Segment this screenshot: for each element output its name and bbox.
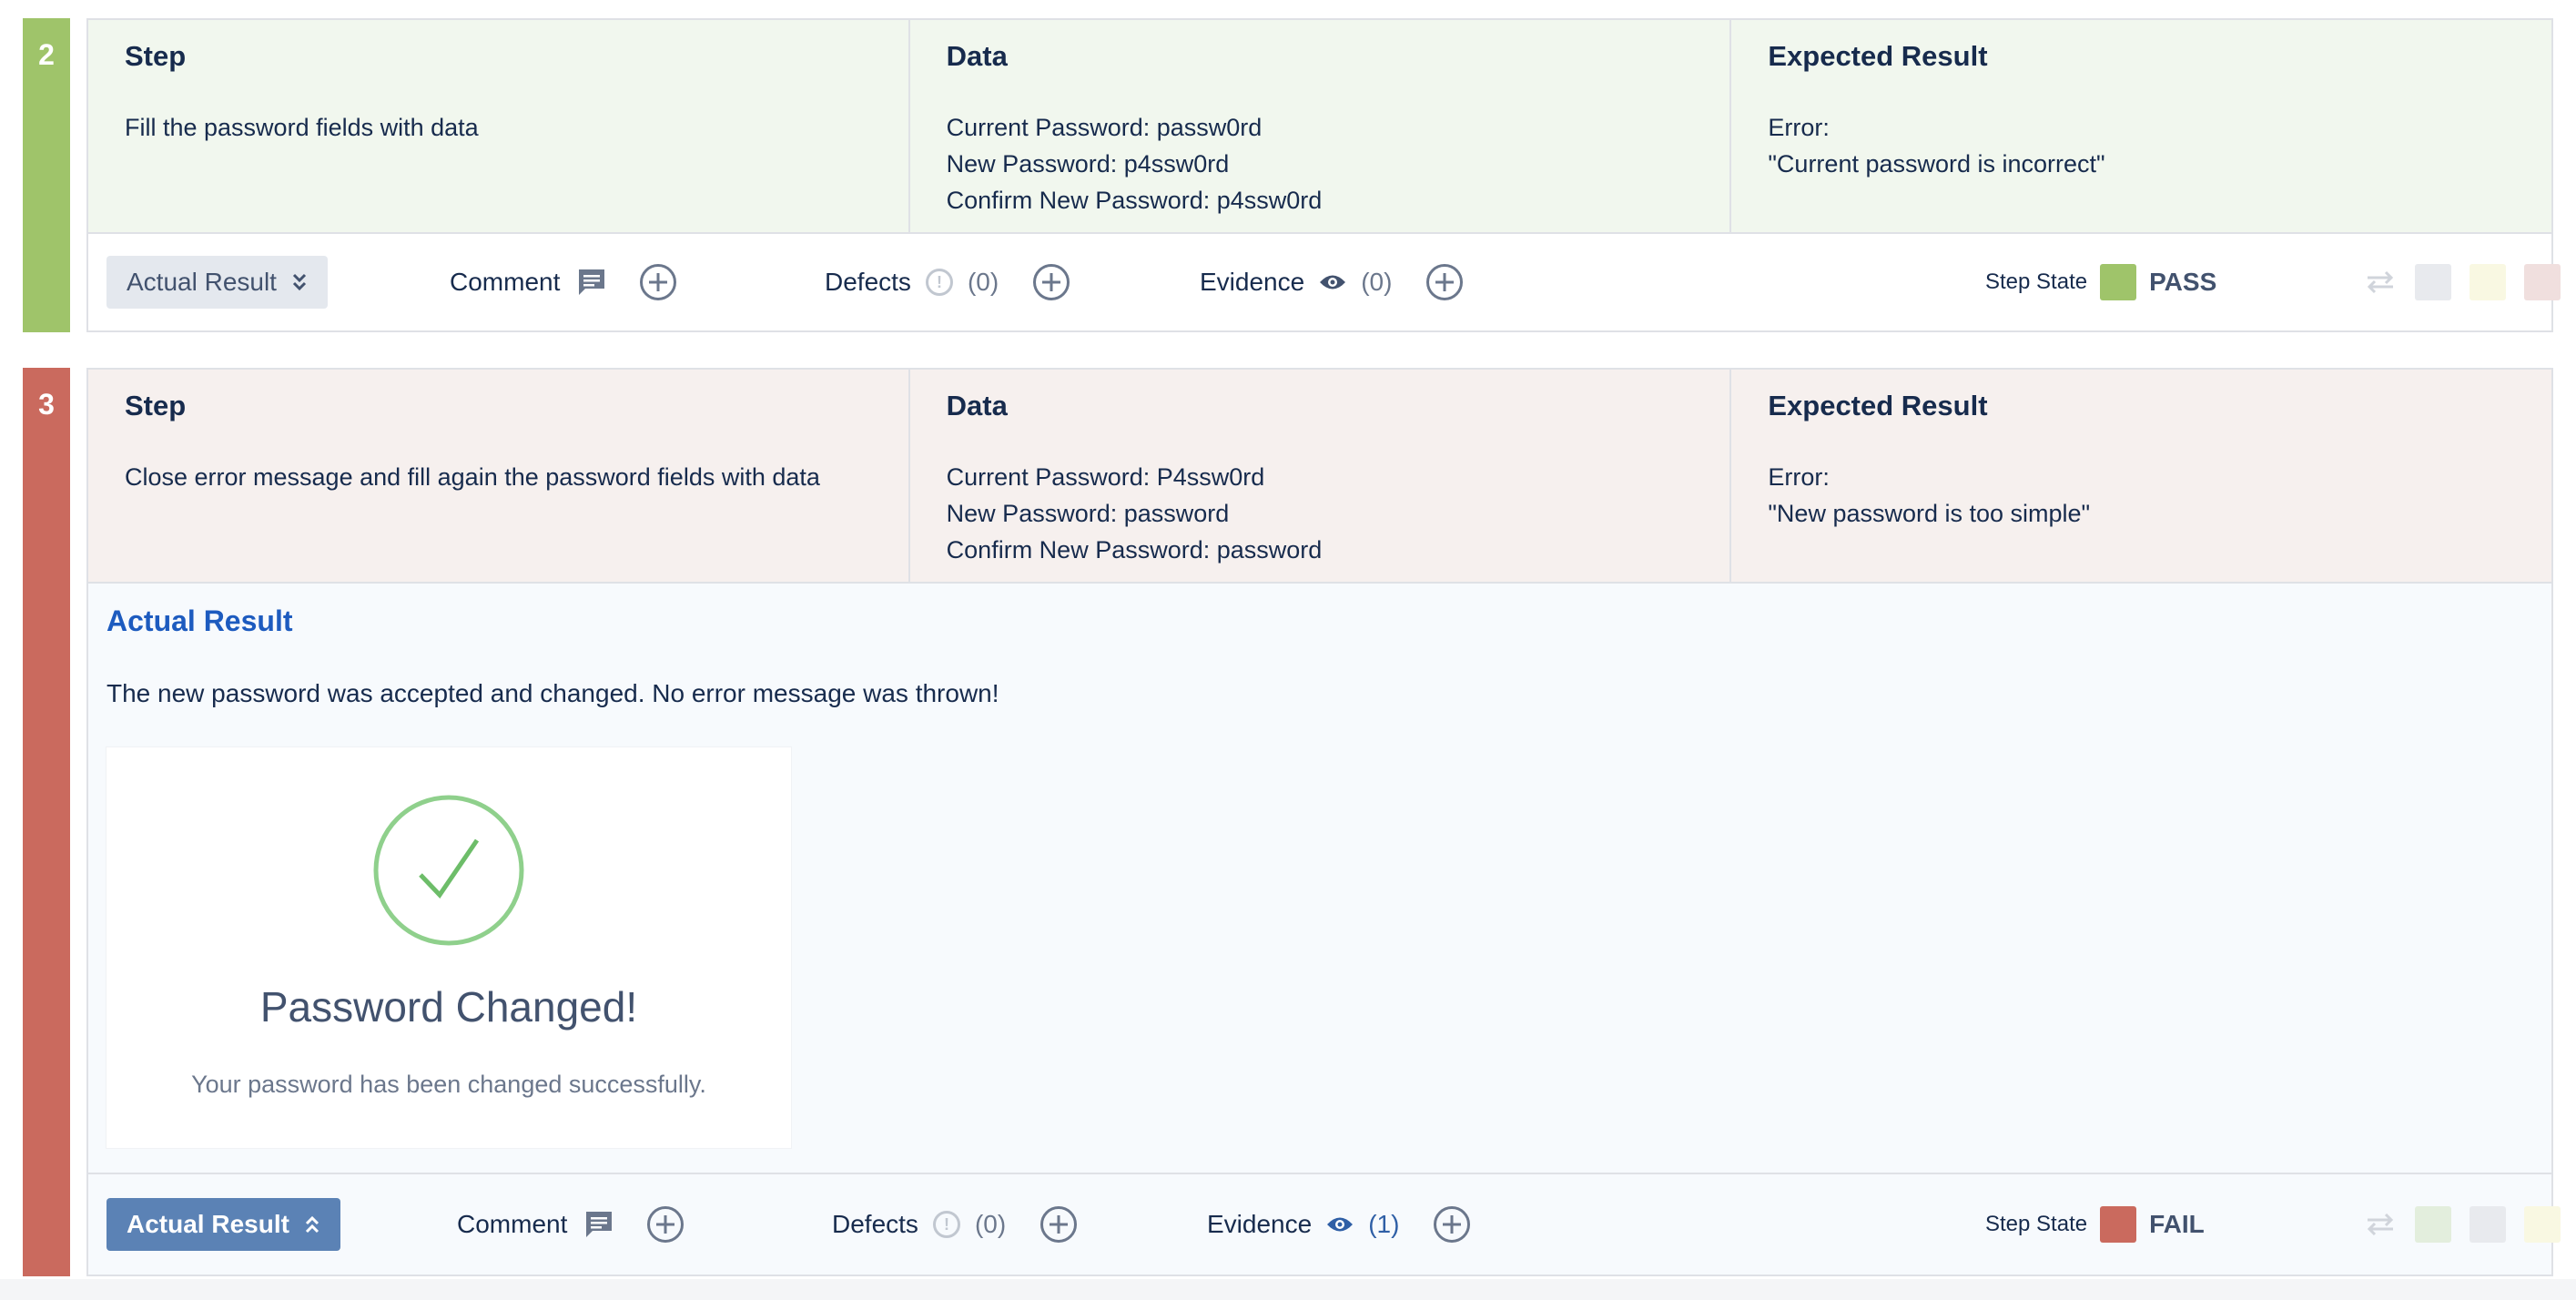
expected-line: "New password is too simple" (1768, 500, 2091, 527)
defect-warning-icon: ! (932, 1211, 960, 1238)
step-column: Step Close error message and fill again … (88, 370, 910, 582)
data-line: Current Password: P4ssw0rd (946, 463, 1265, 491)
state-todo-swatch[interactable] (2415, 264, 2451, 300)
data-header: Data (946, 40, 1008, 72)
step-columns: Step Fill the password fields with data … (88, 20, 2551, 234)
data-column: Data Current Password: P4ssw0rd New Pass… (910, 370, 1732, 582)
evidence-title: Password Changed! (259, 983, 638, 1031)
step-number-bar: 3 (23, 368, 70, 1276)
chevron-double-up-icon (305, 1215, 319, 1234)
add-comment-button[interactable] (647, 1206, 685, 1243)
actual-result-text: The new password was accepted and change… (106, 679, 999, 707)
actual-result-button-label: Actual Result (127, 268, 277, 296)
step-number-bar: 2 (23, 18, 70, 332)
eye-icon[interactable] (1319, 272, 1346, 292)
state-pass-swatch[interactable] (2415, 1206, 2451, 1243)
expected-line: "Current password is incorrect" (1768, 150, 2105, 178)
step-state-section: Step State FAIL (1985, 1206, 2205, 1243)
add-evidence-button[interactable] (1434, 1206, 1471, 1243)
step-number: 3 (38, 388, 55, 421)
defects-label: Defects (825, 268, 911, 296)
state-executing-swatch[interactable] (2524, 1206, 2561, 1243)
expected-line: Error: (1768, 114, 1830, 141)
expected-result-column: Expected Result Error: "Current password… (1731, 20, 2551, 232)
expected-line: Error: (1768, 463, 1830, 491)
state-switcher (2364, 264, 2576, 300)
success-check-icon (373, 795, 524, 946)
evidence-label: Evidence (1207, 1210, 1313, 1238)
comment-label: Comment (457, 1210, 568, 1238)
comment-section: Comment (457, 1206, 685, 1243)
swap-arrows-icon[interactable] (2364, 270, 2397, 294)
step-state-label: Step State (1985, 1212, 2088, 1236)
step-state-section: Step State PASS (1985, 264, 2216, 300)
actual-result-toggle-button[interactable]: Actual Result (106, 1198, 340, 1251)
step-number: 2 (38, 38, 55, 71)
defect-warning-icon: ! (925, 269, 953, 296)
defects-label: Defects (832, 1210, 918, 1238)
expected-result-column: Expected Result Error: "New password is … (1731, 370, 2551, 582)
step-state-label: Step State (1985, 269, 2088, 294)
evidence-subtitle: Your password has been changed successfu… (191, 1071, 706, 1098)
defects-count: (0) (967, 268, 999, 296)
step-header: Step (125, 40, 187, 72)
comment-label: Comment (450, 268, 561, 296)
actual-result-title: Actual Result (106, 604, 293, 637)
evidence-section: Evidence (0) (1200, 264, 1464, 300)
data-header: Data (946, 390, 1008, 421)
data-line: Current Password: passw0rd (946, 114, 1263, 141)
step-3: 3 Step Close error message and fill agai… (23, 368, 2561, 1276)
add-defect-button[interactable] (1040, 1206, 1078, 1243)
evidence-count[interactable]: (0) (1361, 268, 1392, 297)
step-header: Step (125, 390, 187, 421)
comment-icon[interactable] (583, 1209, 614, 1240)
add-comment-button[interactable] (640, 264, 677, 300)
evidence-screenshot[interactable]: Password Changed! Your password has been… (106, 747, 791, 1148)
evidence-count[interactable]: (1) (1368, 1210, 1399, 1239)
actual-result-toggle-button[interactable]: Actual Result (106, 256, 328, 309)
data-line: Confirm New Password: p4ssw0rd (946, 187, 1323, 214)
data-line: New Password: p4ssw0rd (946, 150, 1230, 178)
step-text: Close error message and fill again the p… (125, 463, 820, 491)
step-columns: Step Close error message and fill again … (88, 370, 2551, 584)
eye-icon[interactable] (1326, 1214, 1354, 1234)
step-panel: Step Close error message and fill again … (86, 368, 2561, 1276)
page-bottom-edge (0, 1279, 2576, 1300)
step-state-value: PASS (2149, 268, 2217, 296)
comment-icon[interactable] (576, 267, 607, 298)
actual-result-button-label: Actual Result (127, 1210, 289, 1238)
add-evidence-button[interactable] (1426, 264, 1464, 300)
data-column: Data Current Password: passw0rd New Pass… (910, 20, 1732, 232)
state-todo-swatch[interactable] (2470, 1206, 2506, 1243)
step-toolbar: Actual Result Comment Defects ! (0) Evid… (88, 232, 2561, 330)
state-executing-swatch[interactable] (2470, 264, 2506, 300)
step-state-color (2100, 264, 2137, 300)
swap-arrows-icon[interactable] (2364, 1213, 2397, 1236)
step-text: Fill the password fields with data (125, 114, 479, 141)
state-switcher (2364, 1206, 2576, 1243)
data-line: New Password: password (946, 500, 1230, 527)
comment-section: Comment (450, 264, 677, 300)
state-fail-swatch[interactable] (2524, 264, 2561, 300)
step-2: 2 Step Fill the password fields with dat… (23, 18, 2561, 332)
expected-result-header: Expected Result (1768, 40, 1988, 72)
step-state-color (2100, 1206, 2137, 1243)
chevron-double-down-icon (292, 273, 307, 291)
step-panel: Step Fill the password fields with data … (86, 18, 2561, 332)
defects-section: Defects ! (0) (832, 1206, 1078, 1243)
step-state-value: FAIL (2149, 1210, 2205, 1238)
data-line: Confirm New Password: password (946, 536, 1323, 564)
step-column: Step Fill the password fields with data (88, 20, 910, 232)
evidence-section: Evidence (1) (1207, 1206, 1471, 1243)
expected-result-header: Expected Result (1768, 390, 1988, 421)
add-defect-button[interactable] (1033, 264, 1070, 300)
defects-count: (0) (974, 1210, 1007, 1238)
evidence-label: Evidence (1200, 268, 1305, 296)
defects-section: Defects ! (0) (825, 264, 1070, 300)
step-toolbar: Actual Result Comment Defects ! (0) Evid… (88, 1173, 2561, 1275)
